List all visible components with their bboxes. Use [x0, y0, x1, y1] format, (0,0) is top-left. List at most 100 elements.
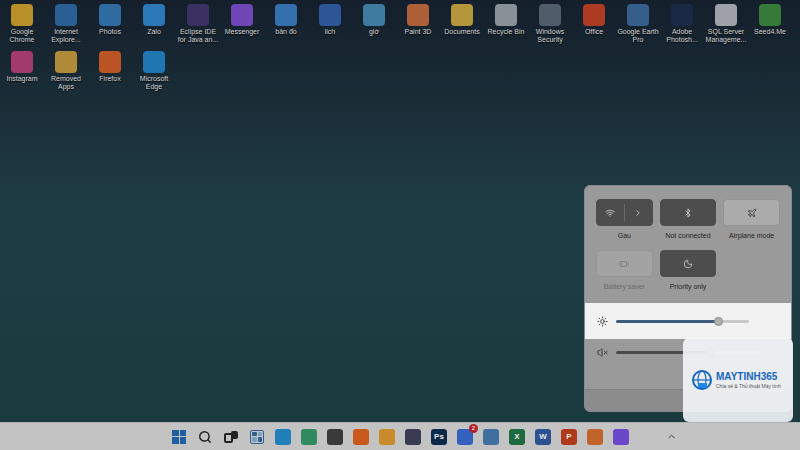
taskbar-item[interactable]	[222, 426, 240, 448]
desktop-icon-label: Documents	[440, 28, 484, 36]
desktop: Google ChromeInternet Explore...PhotosZa…	[0, 0, 800, 422]
app-icon	[405, 429, 421, 445]
desktop-icon[interactable]: Seed4.Me	[748, 0, 792, 39]
desktop-icon[interactable]: lich	[308, 0, 352, 39]
chevron-right-icon	[633, 208, 643, 218]
desktop-icon-label: Firefox	[88, 75, 132, 83]
app-icon	[379, 429, 395, 445]
taskbar-item[interactable]	[274, 426, 292, 448]
app-icon	[11, 51, 33, 73]
taskbar-item[interactable]	[248, 426, 266, 448]
desktop-icon[interactable]: Removed Apps	[44, 47, 88, 94]
quick-tile: Priority only	[660, 250, 717, 291]
taskbar-item[interactable]	[300, 426, 318, 448]
app-icon	[319, 4, 341, 26]
taskbar-item[interactable]	[404, 426, 422, 448]
brightness-slider[interactable]	[616, 316, 749, 326]
desktop-icon-label: Zalo	[132, 28, 176, 36]
app-icon	[353, 429, 369, 445]
desktop-icon-label: SQL Server Manageme...	[704, 28, 748, 44]
desktop-icon-label: Messenger	[220, 28, 264, 36]
desktop-icon[interactable]: Eclipse IDE for Java an...	[176, 0, 220, 47]
taskbar-item[interactable]: X	[508, 426, 526, 448]
desktop-icon-grid: Google ChromeInternet Explore...PhotosZa…	[0, 0, 800, 94]
taskbar-item[interactable]	[352, 426, 370, 448]
taskbar-item[interactable]: W	[534, 426, 552, 448]
app-icon	[407, 4, 429, 26]
app-icon	[11, 4, 33, 26]
taskbar-item[interactable]: Ps	[430, 426, 448, 448]
app-icon: W	[535, 429, 551, 445]
brightness-row	[585, 303, 791, 339]
taskbar-item[interactable]	[378, 426, 396, 448]
globe-logo-icon	[691, 369, 713, 391]
app-icon: X	[509, 429, 525, 445]
desktop-icon[interactable]: Microsoft Edge	[132, 47, 176, 94]
desktop-icon-label: Adobe Photosh...	[660, 28, 704, 44]
desktop-icon[interactable]: SQL Server Manageme...	[704, 0, 748, 47]
app-icon	[143, 4, 165, 26]
screen: Google ChromeInternet Explore...PhotosZa…	[0, 0, 800, 450]
tile-button[interactable]	[660, 199, 717, 226]
tile-button[interactable]	[660, 250, 717, 277]
desktop-icon[interactable]: Internet Explore...	[44, 0, 88, 47]
tile-icon	[683, 208, 693, 218]
app-icon	[495, 4, 517, 26]
desktop-icon[interactable]: Messenger	[220, 0, 264, 39]
taskbar-item[interactable]: 2	[456, 426, 474, 448]
quick-tile: Airplane mode	[723, 199, 780, 240]
desktop-icon-label: Google Earth Pro	[616, 28, 660, 44]
desktop-icon[interactable]: Google Chrome	[0, 0, 44, 47]
watermark: MAYTINH365Chia sẻ & Thủ thuật Máy tính	[683, 338, 793, 422]
tile-button[interactable]	[723, 199, 780, 226]
desktop-icon[interactable]: Firefox	[88, 47, 132, 86]
tile-label: Gau	[618, 231, 631, 240]
quick-tile: Battery saver	[596, 250, 653, 291]
tile-button[interactable]	[596, 199, 653, 226]
desktop-icon[interactable]: Office	[572, 0, 616, 39]
taskbar-item[interactable]	[196, 426, 214, 448]
desktop-icon[interactable]: Documents	[440, 0, 484, 39]
app-icon	[539, 4, 561, 26]
slider-thumb[interactable]	[714, 317, 723, 326]
desktop-icon[interactable]: Recycle Bin	[484, 0, 528, 39]
desktop-icon[interactable]: Instagram	[0, 47, 44, 86]
desktop-icon-label: Seed4.Me	[748, 28, 792, 36]
desktop-icon-label: lich	[308, 28, 352, 36]
desktop-icon[interactable]: Adobe Photosh...	[660, 0, 704, 47]
widgets-icon	[250, 430, 264, 444]
desktop-icon[interactable]: bản đồ	[264, 0, 308, 39]
desktop-icon[interactable]: Photos	[88, 0, 132, 39]
taskbar-item[interactable]	[586, 426, 604, 448]
taskbar: Ps 2 XWP	[0, 422, 800, 450]
taskbar-item[interactable]	[612, 426, 630, 448]
quick-tile: Gau	[596, 199, 653, 240]
desktop-icon-label: giờ	[352, 28, 396, 36]
app-icon	[587, 429, 603, 445]
desktop-icon[interactable]: giờ	[352, 0, 396, 39]
app-icon: P	[561, 429, 577, 445]
tile-label: Priority only	[670, 282, 707, 291]
taskbar-item[interactable]: P	[560, 426, 578, 448]
tile-label: Not connected	[665, 231, 710, 240]
app-icon	[187, 4, 209, 26]
desktop-icon[interactable]: Paint 3D	[396, 0, 440, 39]
taskbar-item[interactable]	[326, 426, 344, 448]
desktop-icon[interactable]: Zalo	[132, 0, 176, 39]
desktop-icon-label: Eclipse IDE for Java an...	[176, 28, 220, 44]
expand-button[interactable]	[625, 200, 652, 225]
app-icon	[759, 4, 781, 26]
taskbar-item[interactable]	[482, 426, 500, 448]
app-icon	[55, 4, 77, 26]
desktop-icon[interactable]: Windows Security	[528, 0, 572, 47]
app-icon	[715, 4, 737, 26]
slider-fill	[616, 320, 718, 323]
task-view-icon	[224, 431, 238, 443]
app-icon	[451, 4, 473, 26]
brightness-icon	[597, 316, 608, 327]
chevron-up-icon[interactable]	[666, 431, 677, 442]
app-icon	[99, 4, 121, 26]
taskbar-item[interactable]	[170, 426, 188, 448]
app-icon	[583, 4, 605, 26]
desktop-icon[interactable]: Google Earth Pro	[616, 0, 660, 47]
